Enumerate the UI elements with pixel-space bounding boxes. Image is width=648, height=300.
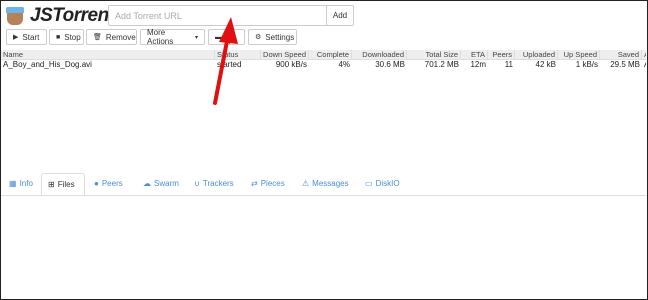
tab-swarm-label: Swarm [154, 179, 179, 188]
tab-files[interactable]: ⊞ Files [41, 173, 85, 195]
col-complete[interactable]: Complete [309, 50, 352, 59]
tab-swarm[interactable]: ☁ Swarm [143, 173, 179, 194]
tab-info-label: Info [19, 179, 33, 188]
hidden-toolbar-label: …n [226, 28, 234, 46]
tab-pieces-label: Pieces [260, 179, 285, 188]
col-peers[interactable]: Peers [488, 50, 515, 59]
start-button[interactable]: ▶ Start [6, 29, 47, 45]
magnet-icon: ∪ [194, 179, 200, 188]
play-icon: ▶ [13, 34, 19, 41]
trash-icon: 🗑 [93, 34, 102, 41]
stop-icon: ■ [56, 33, 61, 41]
sitemap-icon: ⊞ [48, 179, 55, 189]
col-extra[interactable]: A [642, 50, 646, 59]
detail-tabbar: ▦ Info ⊞ Files ● Peers ☁ Swarm ∪ Tracker… [1, 173, 646, 196]
cell-extra: A [642, 60, 646, 70]
cell-total-size: 701.2 MB [424, 60, 459, 69]
remove-label: Remove [105, 32, 136, 42]
col-up-speed[interactable]: Up Speed [558, 50, 600, 59]
disk-icon: ▭ [365, 179, 373, 188]
tab-peers[interactable]: ● Peers [94, 173, 123, 194]
cell-downloaded: 30.6 MB [375, 60, 405, 69]
user-icon: ● [94, 179, 99, 188]
col-down-speed[interactable]: Down Speed [261, 50, 309, 59]
more-actions-button[interactable]: More Actions ▾ [140, 28, 205, 46]
col-uploaded[interactable]: Uploaded [515, 50, 558, 59]
tab-peers-label: Peers [101, 179, 123, 188]
cell-peers: 11 [504, 60, 513, 69]
tab-files-label: Files [57, 179, 75, 189]
tab-trackers-label: Trackers [202, 179, 234, 188]
col-saved[interactable]: Saved [600, 50, 642, 59]
window-frame [0, 0, 648, 300]
settings-button[interactable]: ⚙ Settings [248, 29, 297, 45]
more-actions-label: More Actions [147, 28, 174, 46]
stop-button[interactable]: ■ Stop [49, 29, 84, 45]
tab-trackers[interactable]: ∪ Trackers [194, 173, 234, 194]
cell-eta: 12m [470, 60, 486, 69]
col-status[interactable]: Status [215, 50, 261, 59]
tab-diskio[interactable]: ▭ DiskIO [365, 173, 400, 194]
app-logo: JSTorrent [6, 5, 115, 27]
tab-messages[interactable]: ⚠ Messages [302, 173, 349, 194]
cell-status: started [217, 60, 242, 69]
warning-icon: ⚠ [302, 179, 310, 188]
cell-uploaded: 42 kB [535, 60, 556, 69]
tab-messages-label: Messages [312, 179, 349, 188]
grid-icon: ▦ [9, 179, 17, 188]
cell-saved: 29.5 MB [610, 60, 640, 69]
folder-icon: ▬ [215, 33, 222, 41]
table-row[interactable]: A_Boy_and_His_Dog.avi started 900 kB/s 4… [1, 60, 646, 70]
settings-label: Settings [265, 32, 295, 42]
cloud-icon: ☁ [143, 179, 151, 188]
stop-label: Stop [64, 32, 81, 42]
add-button[interactable]: Add [326, 5, 354, 26]
gear-icon: ⚙ [255, 34, 262, 41]
cell-name: A_Boy_and_His_Dog.avi [3, 60, 92, 69]
cell-up-speed: 1 kB/s [575, 60, 598, 69]
hidden-toolbar-button[interactable]: ▬ …n [208, 28, 245, 46]
tab-pieces[interactable]: ⇄ Pieces [251, 173, 285, 194]
col-name[interactable]: Name [1, 50, 215, 59]
remove-button[interactable]: 🗑 Remove [86, 29, 137, 45]
tab-info[interactable]: ▦ Info [9, 173, 33, 194]
torrent-table-header: Name Status Down Speed Complete Download… [1, 50, 646, 60]
tab-diskio-label: DiskIO [375, 179, 400, 188]
col-downloaded[interactable]: Downloaded [352, 50, 407, 59]
logo-text: JSTorrent [30, 5, 115, 26]
col-total-size[interactable]: Total Size [407, 50, 461, 59]
torrent-url-input[interactable] [108, 5, 330, 26]
swap-icon: ⇄ [251, 179, 258, 188]
cell-down-speed: 900 kB/s [275, 60, 307, 69]
cell-complete: 4% [338, 60, 350, 69]
caret-down-icon: ▾ [194, 34, 198, 41]
start-label: Start [22, 32, 40, 42]
cup-icon [6, 7, 24, 25]
col-eta[interactable]: ETA [461, 50, 488, 59]
